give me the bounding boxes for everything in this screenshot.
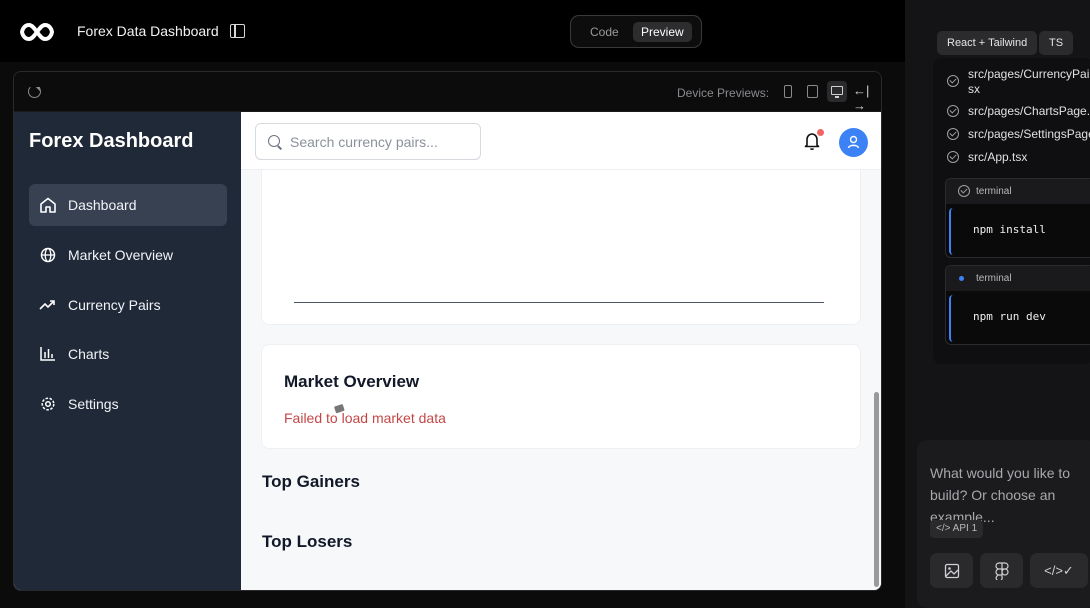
file-item[interactable]: src/pages/ChartsPage.tsx	[968, 104, 1090, 118]
api-chip[interactable]: </> API 1	[930, 520, 984, 538]
running-dot-icon	[959, 276, 964, 281]
terminal-body: npm run dev	[949, 295, 1090, 342]
trending-up-icon	[39, 300, 55, 310]
avatar[interactable]	[839, 128, 868, 157]
device-previews-label: Device Previews:	[677, 86, 770, 100]
ts-chip[interactable]: TS	[1039, 31, 1074, 55]
market-overview-card: Market Overview Failed to load market da…	[261, 344, 861, 449]
sidebar-item-label: Market Overview	[68, 247, 174, 263]
app-header	[241, 112, 881, 170]
top-gainers-heading: Top Gainers	[262, 472, 360, 491]
check-circle-icon	[947, 128, 959, 140]
desktop-device-icon	[831, 86, 843, 98]
file-item[interactable]: src/pages/SettingsPage.tsx	[968, 127, 1090, 141]
desktop-device-button[interactable]	[827, 81, 847, 102]
code-tab[interactable]: Code	[590, 25, 619, 39]
mobile-device-icon[interactable]	[784, 85, 792, 98]
tablet-device-icon[interactable]	[807, 85, 818, 98]
chart-axis-line	[294, 302, 824, 303]
user-icon	[847, 135, 860, 149]
market-data-error: Failed to load market data	[284, 410, 446, 426]
top-bar: Forex Data Dashboard Code Preview	[0, 0, 905, 62]
sidebar-title: Forex Dashboard	[29, 130, 194, 152]
forex-app: Forex Dashboard Dashboard Market Overvie…	[14, 112, 881, 590]
terminal-body: npm install	[949, 208, 1090, 255]
code-preview-switch: Code Preview	[570, 15, 702, 48]
check-circle-icon	[958, 185, 970, 197]
sidebar-toggle-icon[interactable]	[230, 24, 245, 38]
image-icon	[944, 563, 959, 579]
check-circle-icon	[947, 75, 959, 87]
sidebar-item-label: Charts	[68, 346, 110, 362]
figma-button[interactable]	[980, 553, 1023, 588]
cursor-icon	[334, 404, 345, 414]
gear-icon	[41, 397, 55, 411]
prompt-placeholder[interactable]: What would you like to build? Or choose …	[930, 462, 1090, 528]
globe-icon	[40, 247, 56, 263]
app-sidebar: Forex Dashboard Dashboard Market Overvie…	[14, 112, 241, 590]
project-title: Forex Data Dashboard	[77, 23, 219, 39]
terminal-command: npm run dev	[973, 310, 1046, 323]
chat-panel: React + Tailwind TS src/pages/CurrencyPa…	[905, 0, 1090, 608]
search-icon	[268, 135, 280, 147]
search-input[interactable]	[290, 132, 470, 152]
refresh-icon[interactable]	[28, 85, 41, 98]
market-overview-title: Market Overview	[284, 372, 420, 391]
sidebar-item-label: Settings	[68, 396, 119, 412]
home-icon	[40, 197, 56, 213]
notification-dot	[817, 129, 824, 136]
terminal-block: terminal npm install	[945, 178, 1090, 258]
file-item[interactable]: src/pages/CurrencyPairs.tsx	[968, 67, 1090, 81]
figma-icon	[994, 562, 1009, 582]
preview-frame: Device Previews: ←|→ Forex Dashboard Das…	[13, 71, 882, 591]
terminal-command: npm install	[973, 223, 1046, 236]
sidebar-item-settings[interactable]: Settings	[29, 383, 227, 425]
sidebar-item-label: Dashboard	[68, 197, 137, 213]
terminal-block: terminal npm run dev	[945, 265, 1090, 345]
code-check-button[interactable]: </>✓	[1030, 553, 1088, 588]
search-box[interactable]	[255, 123, 481, 160]
sidebar-item-label: Currency Pairs	[68, 297, 161, 313]
stack-chip[interactable]: React + Tailwind	[937, 31, 1038, 55]
top-losers-heading: Top Losers	[262, 532, 353, 551]
prompt-box[interactable]: What would you like to build? Or choose …	[917, 440, 1090, 608]
main-content: Market Overview Failed to load market da…	[241, 112, 881, 590]
preview-toolbar: Device Previews: ←|→	[14, 72, 881, 113]
code-check-icon: </>✓	[1044, 563, 1074, 578]
check-circle-icon	[947, 151, 959, 163]
bar-chart-icon	[40, 347, 55, 361]
sidebar-item-dashboard[interactable]: Dashboard	[29, 184, 227, 226]
file-item-wrap: sx	[968, 82, 980, 96]
sidebar-item-market-overview[interactable]: Market Overview	[29, 234, 227, 276]
file-item[interactable]: src/App.tsx	[968, 150, 1027, 164]
terminal-header: terminal	[946, 179, 1090, 204]
infinity-logo-icon[interactable]	[20, 22, 54, 42]
sidebar-item-charts[interactable]: Charts	[29, 333, 227, 375]
scrollbar[interactable]	[874, 392, 879, 587]
resize-width-icon[interactable]: ←|→	[853, 83, 881, 113]
image-upload-button[interactable]	[930, 553, 973, 588]
generated-files-list: src/pages/CurrencyPairs.tsx sx src/pages…	[933, 58, 1090, 364]
preview-tab[interactable]: Preview	[633, 22, 692, 42]
sidebar-item-currency-pairs[interactable]: Currency Pairs	[29, 284, 227, 326]
terminal-label: terminal	[976, 273, 1012, 284]
terminal-header: terminal	[946, 266, 1090, 291]
terminal-label: terminal	[976, 186, 1012, 197]
check-circle-icon	[947, 105, 959, 117]
